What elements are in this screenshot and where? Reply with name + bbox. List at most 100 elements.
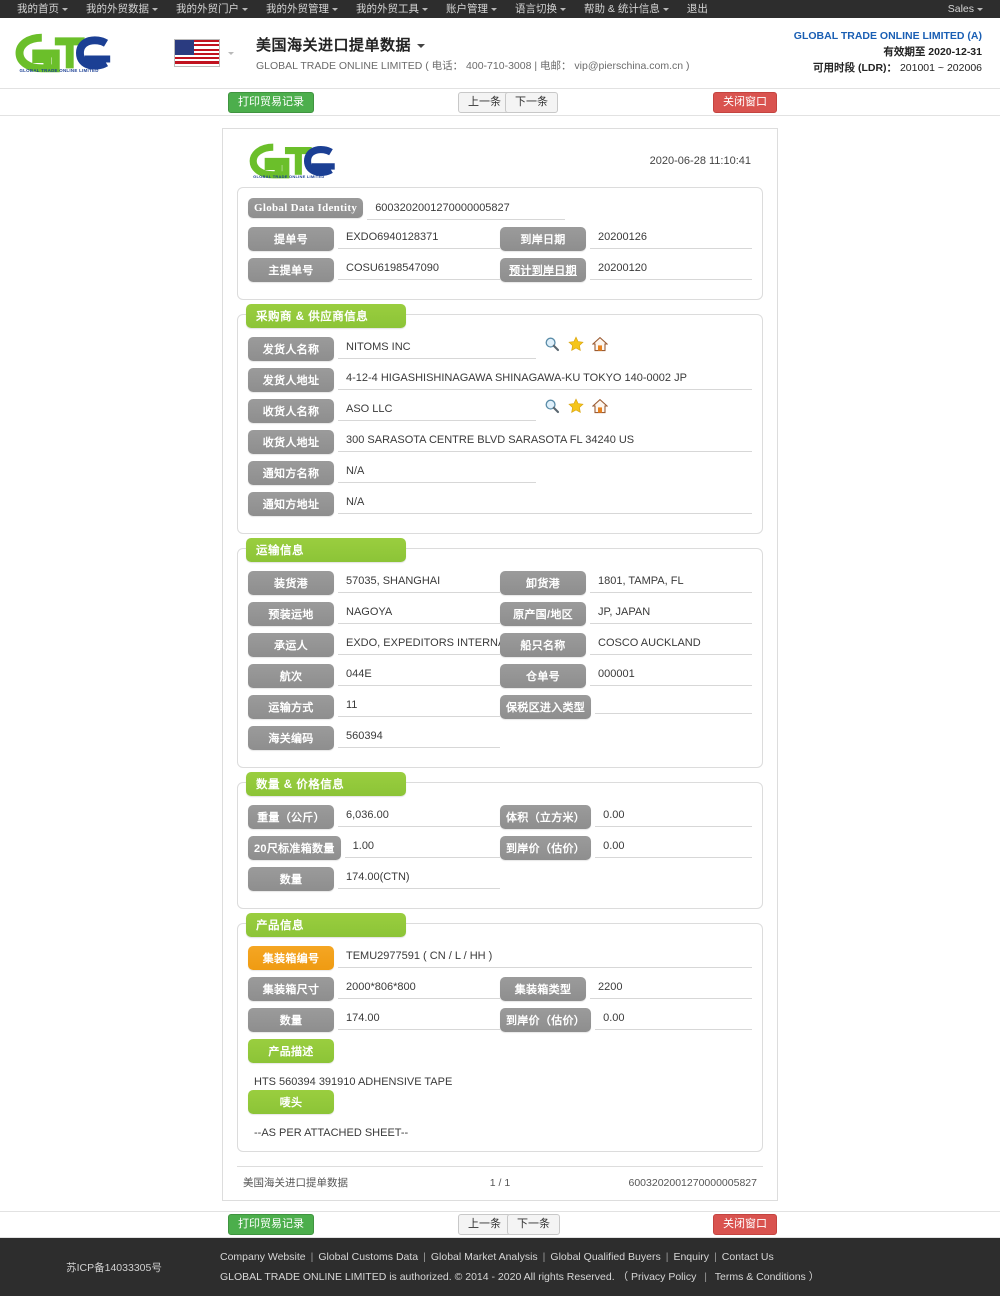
home-icon[interactable] (592, 336, 608, 352)
chevron-down-icon (228, 51, 234, 55)
next-record-button-bottom[interactable]: 下一条 (507, 1214, 560, 1235)
nav-item-label: 退出 (686, 3, 708, 15)
field-集装箱类型: 集装箱类型 2200 (500, 977, 752, 1001)
footer-link-5[interactable]: Enquiry (673, 1251, 709, 1263)
icp-license: 苏ICP备14033305号 (66, 1261, 162, 1274)
table-row: 提单号 EXDO6940128371 到岸日期 20200126 (248, 227, 752, 251)
nav-item-label: 我的外贸数据 (86, 3, 149, 15)
info-panel: 采购商 & 供应商信息 发货人名称 NITOMS INC 发货人地址 4-12-4 HI… (237, 304, 763, 534)
us-flag-icon (174, 39, 220, 67)
global-data-identity-value: 6003202001270000005827 (367, 198, 566, 220)
home-icon[interactable] (592, 398, 608, 414)
product-description-value: HTS 560394 391910 ADHENSIVE TAPE (254, 1076, 453, 1088)
field-label: 海关编码 (248, 726, 334, 750)
product-description-label: 产品描述 (248, 1039, 334, 1063)
nav-item-7[interactable]: 语言切换 (506, 0, 575, 18)
nav-item-9[interactable]: 退出 (678, 0, 717, 18)
table-row: 数量 174.00 到岸价（估价） 0.00 (248, 1008, 752, 1032)
field-到岸价（估价）: 到岸价（估价） 0.00 (500, 836, 752, 860)
field-value: N/A (338, 461, 536, 483)
print-trade-record-button[interactable]: 打印贸易记录 (228, 91, 314, 113)
container-number-field: 集装箱编号 TEMU2977591 ( CN / L / HH ) (248, 946, 752, 970)
brand-logo[interactable]: GLOBAL TRADE ONLINE LIMITED (14, 33, 134, 73)
field-label[interactable]: 预计到岸日期 (500, 258, 586, 282)
info-panels-group: 采购商 & 供应商信息 发货人名称 NITOMS INC 发货人地址 4-12-4 HI… (237, 304, 763, 909)
field-提单号: 提单号 EXDO6940128371 (248, 227, 500, 251)
nav-item-sales[interactable]: Sales (939, 0, 992, 18)
footer-link-2[interactable]: Global Customs Data (318, 1251, 418, 1263)
search-icon[interactable] (544, 398, 560, 414)
field-value: COSU6198547090 (338, 258, 500, 280)
star-icon[interactable] (568, 398, 584, 414)
field-value: 560394 (338, 726, 500, 748)
footer-link-separator: | (310, 1250, 314, 1263)
global-data-identity-label: Global Data Identity (248, 198, 364, 218)
footer-copyright-row: GLOBAL TRADE ONLINE LIMITED is authorize… (220, 1270, 820, 1283)
close-window-button[interactable]: 关闭窗口 (713, 91, 777, 113)
close-window-button-bottom[interactable]: 关闭窗口 (713, 1214, 777, 1235)
footer-link-6[interactable]: Contact Us (722, 1251, 774, 1263)
field-label: 到岸价（估价） (500, 1008, 592, 1032)
table-row: 集装箱编号 TEMU2977591 ( CN / L / HH ) (248, 946, 752, 970)
footer-link-3[interactable]: Global Market Analysis (431, 1251, 538, 1263)
field-主提单号: 主提单号 COSU6198547090 (248, 258, 500, 282)
product-pairs-group: 集装箱尺寸 2000*806*800 集装箱类型 2200 数量 174.00 到岸价（估价… (248, 977, 752, 1032)
field-label: 到岸价（估价） (500, 836, 592, 860)
chevron-down-icon (62, 7, 68, 11)
page-header: GLOBAL TRADE ONLINE LIMITED 美国海关进口提单数据 G… (0, 18, 1000, 89)
marks-value: --AS PER ATTACHED SHEET-- (254, 1127, 409, 1139)
search-icon[interactable] (544, 336, 560, 352)
nav-item-4[interactable]: 我的外贸管理 (257, 0, 347, 18)
chevron-down-icon (332, 7, 338, 11)
field-label: 保税区进入类型 (500, 695, 592, 719)
field-label: 体积（立方米） (500, 805, 592, 829)
nav-item-2[interactable]: 我的外贸数据 (77, 0, 167, 18)
top-action-bar: 打印贸易记录 上一条 下一条 关闭窗口 (0, 89, 1000, 116)
field-label: 发货人名称 (248, 337, 334, 361)
footer-link-row: Company Website | Global Customs Data | Glob… (220, 1248, 819, 1266)
country-flag-selector[interactable] (174, 39, 234, 67)
account-ldr-range: 可用时段 (LDR)： 201001 ~ 202006 (813, 61, 982, 74)
print-trade-record-button-bottom[interactable]: 打印贸易记录 (228, 1214, 314, 1235)
table-row: 收货人名称 ASO LLC (248, 398, 752, 423)
nav-item-8[interactable]: 帮助 & 统计信息 (575, 0, 678, 18)
nav-item-label: 账户管理 (446, 3, 488, 15)
footer-link-4[interactable]: Global Qualified Buyers (550, 1251, 660, 1263)
account-name[interactable]: GLOBAL TRADE ONLINE LIMITED (A) (794, 29, 982, 45)
field-value: 57035, SHANGHAI (338, 571, 500, 593)
field-到岸价（估价）: 到岸价（估价） 0.00 (500, 1008, 752, 1032)
svg-text:GLOBAL TRADE ONLINE LIMITED: GLOBAL TRADE ONLINE LIMITED (19, 68, 98, 73)
field-label: 到岸日期 (500, 227, 586, 251)
field-通知方地址: 通知方地址 N/A (248, 492, 752, 516)
previous-record-button-bottom[interactable]: 上一条 (458, 1214, 511, 1235)
field-收货人名称: 收货人名称 ASO LLC (248, 398, 752, 423)
identity-panel: Global Data Identity 6003202001270000005… (237, 187, 763, 300)
nav-item-5[interactable]: 我的外贸工具 (347, 0, 437, 18)
nav-item-label: 帮助 & 统计信息 (584, 3, 660, 15)
field-保税区进入类型: 保税区进入类型 (500, 695, 752, 719)
field-label: 20尺标准箱数量 (248, 836, 341, 860)
field-value: 1.00 (344, 836, 500, 858)
field-value: NAGOYA (338, 602, 500, 624)
field-value: 000001 (590, 664, 752, 686)
previous-record-button[interactable]: 上一条 (458, 91, 511, 113)
privacy-policy-link[interactable]: Privacy Policy (631, 1271, 696, 1283)
sheet-footer-title: 美国海关进口提单数据 (243, 1177, 348, 1189)
nav-item-1[interactable]: 我的首页 (8, 0, 77, 18)
sheet-footer: 美国海关进口提单数据 1 / 1 6003202001270000005827 (237, 1166, 763, 1192)
nav-item-6[interactable]: 账户管理 (437, 0, 506, 18)
footer-links-block: Company Website | Global Customs Data | Glob… (214, 1248, 819, 1287)
nav-item-3[interactable]: 我的外贸门户 (167, 0, 257, 18)
field-label: 仓单号 (500, 664, 586, 688)
next-record-button[interactable]: 下一条 (505, 91, 558, 113)
field-value: 11 (338, 695, 500, 717)
footer-link-1[interactable]: Company Website (220, 1251, 306, 1263)
nav-item-label: 我的外贸工具 (356, 3, 419, 15)
field-重量（公斤）: 重量（公斤） 6,036.00 (248, 805, 500, 829)
field-label: 提单号 (248, 227, 334, 251)
field-体积（立方米）: 体积（立方米） 0.00 (500, 805, 752, 829)
terms-conditions-link[interactable]: Terms & Conditions (715, 1271, 806, 1283)
field-发货人名称: 发货人名称 NITOMS INC (248, 336, 752, 361)
star-icon[interactable] (568, 336, 584, 352)
field-label: 运输方式 (248, 695, 334, 719)
